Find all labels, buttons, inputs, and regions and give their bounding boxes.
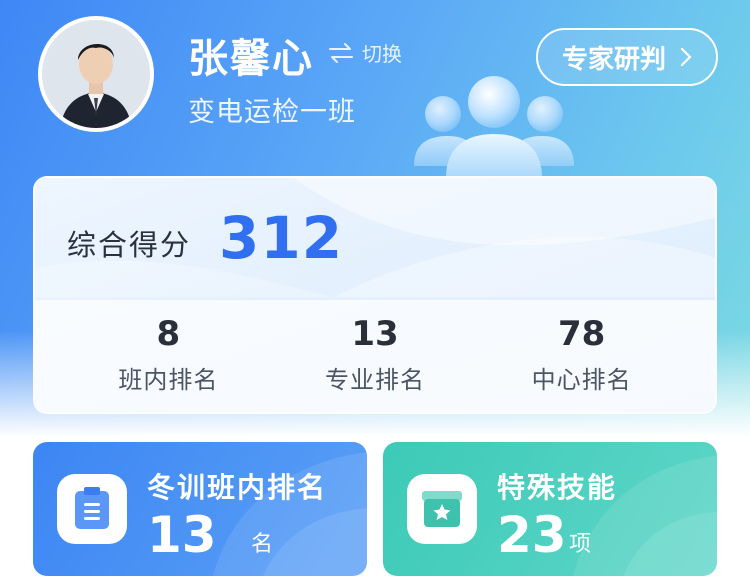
switch-icon — [329, 42, 353, 63]
rank-value: 78 — [557, 314, 606, 354]
user-name: 张馨心 — [188, 36, 314, 82]
chevron-right-icon — [680, 47, 692, 67]
team-name: 变电运检一班 — [188, 97, 356, 128]
rank-value: 8 — [156, 314, 181, 354]
rank-label: 专业排名 — [324, 366, 425, 394]
tile-value: 23 — [497, 506, 567, 564]
avatar-photo — [42, 20, 150, 128]
tile-value: 13 — [147, 506, 217, 564]
score-label: 综合得分 — [67, 228, 192, 262]
rank-value: 13 — [351, 314, 399, 354]
rank-specialty[interactable]: 13 专业排名 — [275, 314, 475, 395]
score-card: 综合得分 312 8 班内排名 13 专业排名 78 中心排名 — [33, 176, 717, 414]
clipboard-icon — [57, 474, 127, 544]
tile-unit: 名 — [251, 532, 274, 557]
winter-training-rank-card[interactable]: 冬训班内排名 13 名 — [33, 442, 367, 576]
score-value: 312 — [219, 204, 344, 272]
star-box-icon — [407, 474, 477, 544]
switch-label: 切换 — [362, 42, 402, 66]
rank-row: 8 班内排名 13 专业排名 78 中心排名 — [35, 300, 715, 412]
switch-account-button[interactable]: 切换 — [328, 38, 402, 67]
rank-label: 班内排名 — [118, 366, 219, 394]
special-skills-card[interactable]: 特殊技能 23 项 — [383, 442, 717, 576]
rank-center[interactable]: 78 中心排名 — [482, 314, 682, 395]
tile-title: 特殊技能 — [497, 471, 618, 504]
rank-label: 中心排名 — [531, 366, 632, 394]
rank-class[interactable]: 8 班内排名 — [68, 314, 268, 395]
avatar[interactable] — [38, 16, 154, 132]
tile-unit: 项 — [569, 532, 592, 557]
tile-title: 冬训班内排名 — [147, 471, 328, 504]
